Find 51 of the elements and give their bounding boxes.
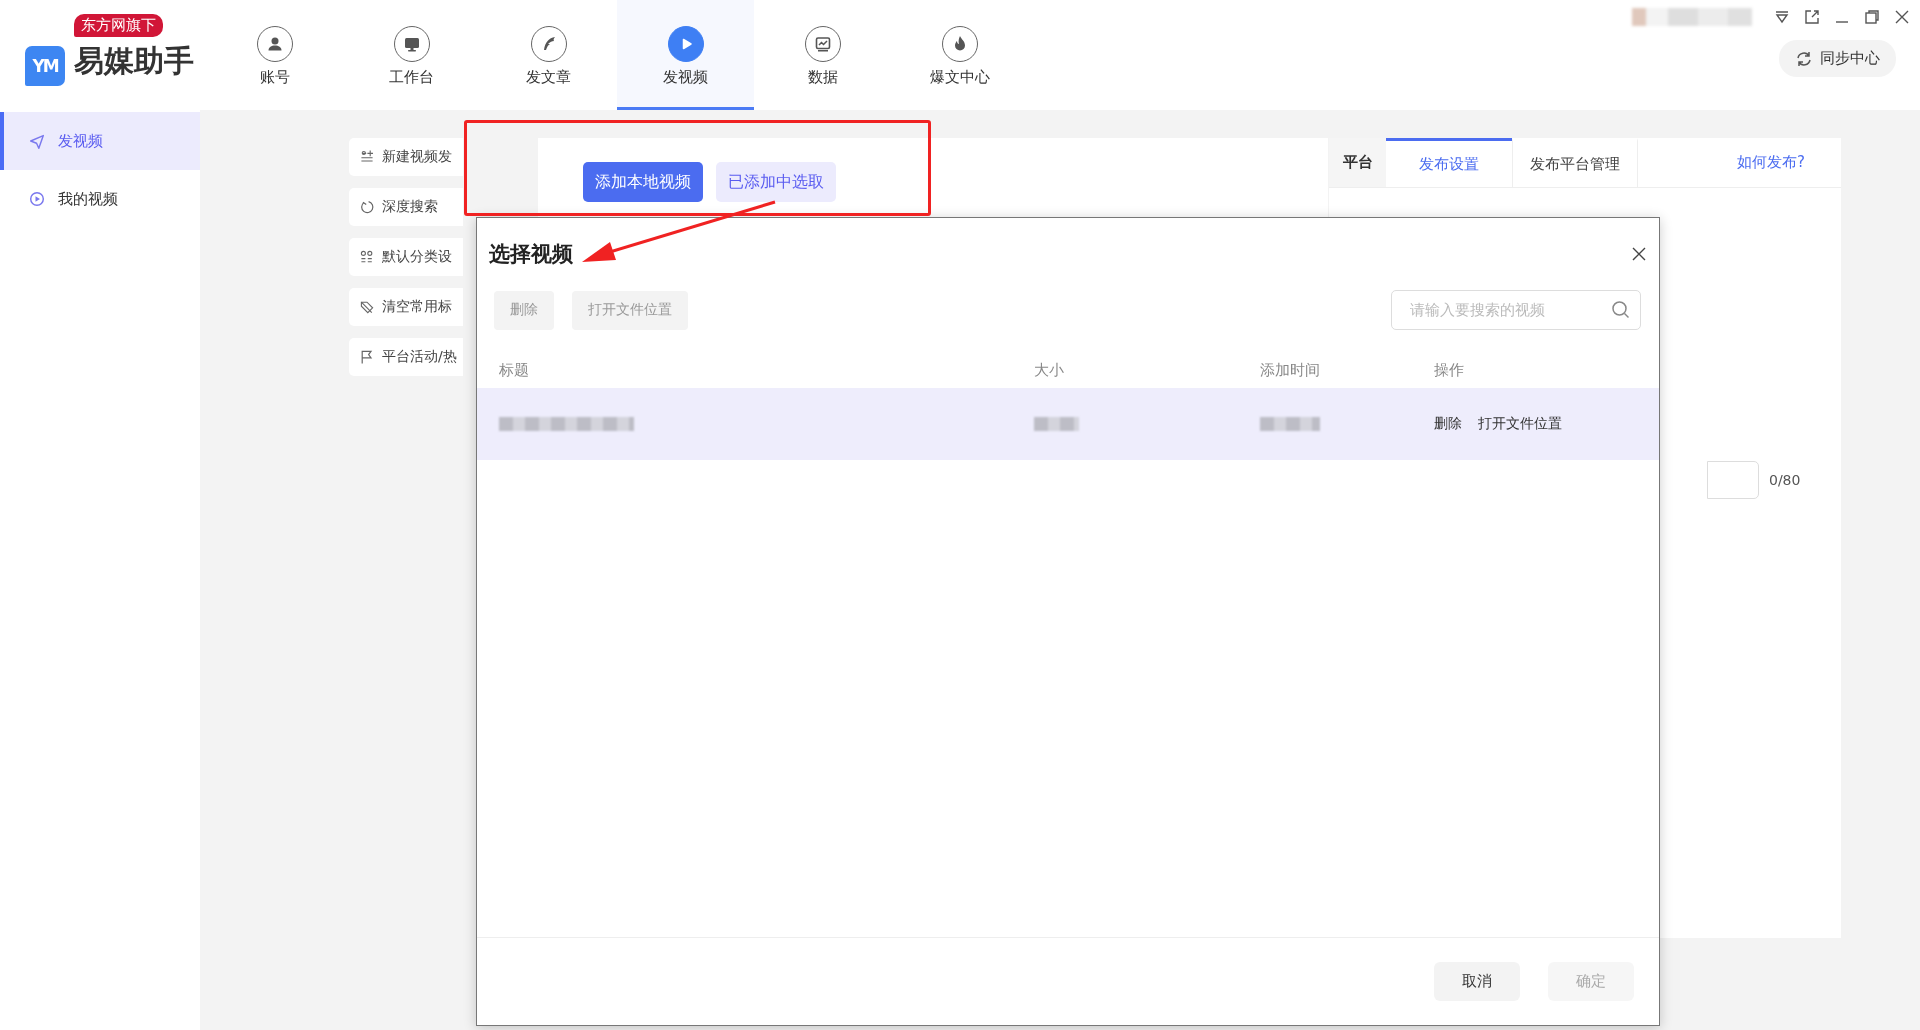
tool-button[interactable]: 清空常用标 [349,288,463,326]
tool-button[interactable]: 新建视频发 [349,138,463,176]
add-video-button[interactable]: 已添加中选取 [716,162,836,202]
tag-icon [359,299,375,315]
dropdown-icon[interactable] [1774,9,1790,25]
char-counter: 0/80 [1769,472,1801,488]
app-name: 易媒助手 [74,42,194,80]
flag-icon [359,349,375,365]
nav-tab[interactable]: 账号 [206,0,343,110]
sidebar-item[interactable]: 我的视频 [0,170,200,228]
column-header: 添加时间 [1260,360,1321,380]
close-icon[interactable] [1894,9,1910,25]
tool-button[interactable]: 默认分类设 [349,238,463,276]
close-icon[interactable] [1631,246,1647,262]
help-link[interactable]: 如何发布? [1737,153,1805,172]
row-action-link[interactable]: 打开文件位置 [1478,415,1562,433]
send-icon [28,132,46,150]
tool-button[interactable]: 深度搜索 [349,188,463,226]
play-circle-icon [28,190,46,208]
nav-tab[interactable]: 爆文中心 [891,0,1028,110]
sidebar-item[interactable]: 发视频 [0,112,200,170]
list-add-icon [359,149,375,165]
grid-icon [359,249,375,265]
nav-tab[interactable]: 发视频 [617,0,754,110]
redacted-text [1260,417,1320,431]
app-logo: YM [25,46,65,86]
column-header: 标题 [499,360,530,380]
refresh-icon [1795,49,1813,68]
edit-icon[interactable] [1804,9,1820,25]
column-label: 平台 [1329,138,1386,187]
search-icon [1611,300,1631,320]
add-video-button[interactable]: 添加本地视频 [583,162,703,202]
sync-center-button[interactable]: 同步中心 [1779,40,1896,77]
dialog-button[interactable]: 取消 [1434,962,1520,1001]
row-action-link[interactable]: 删除 [1434,415,1462,433]
column-header: 操作 [1434,360,1465,380]
dialog-title: 选择视频 [489,241,573,268]
search-field[interactable]: 请输入要搜索的视频 [1391,290,1641,330]
play-circle-icon [667,26,704,62]
nav-tab[interactable]: 发文章 [480,0,617,110]
column-header: 大小 [1034,360,1065,380]
table-row[interactable]: 删除 打开文件位置 [477,388,1659,460]
input-field[interactable] [1707,461,1759,499]
redacted-text [1034,417,1079,431]
refresh-icon [359,199,375,215]
nav-tab[interactable]: 工作台 [343,0,480,110]
brand-badge: 东方网旗下 [74,14,163,37]
restore-icon[interactable] [1864,9,1880,25]
nav-tab[interactable]: 数据 [754,0,891,110]
tool-button[interactable]: 平台活动/热 [349,338,463,376]
settings-tab[interactable]: 发布平台管理 [1512,138,1638,187]
